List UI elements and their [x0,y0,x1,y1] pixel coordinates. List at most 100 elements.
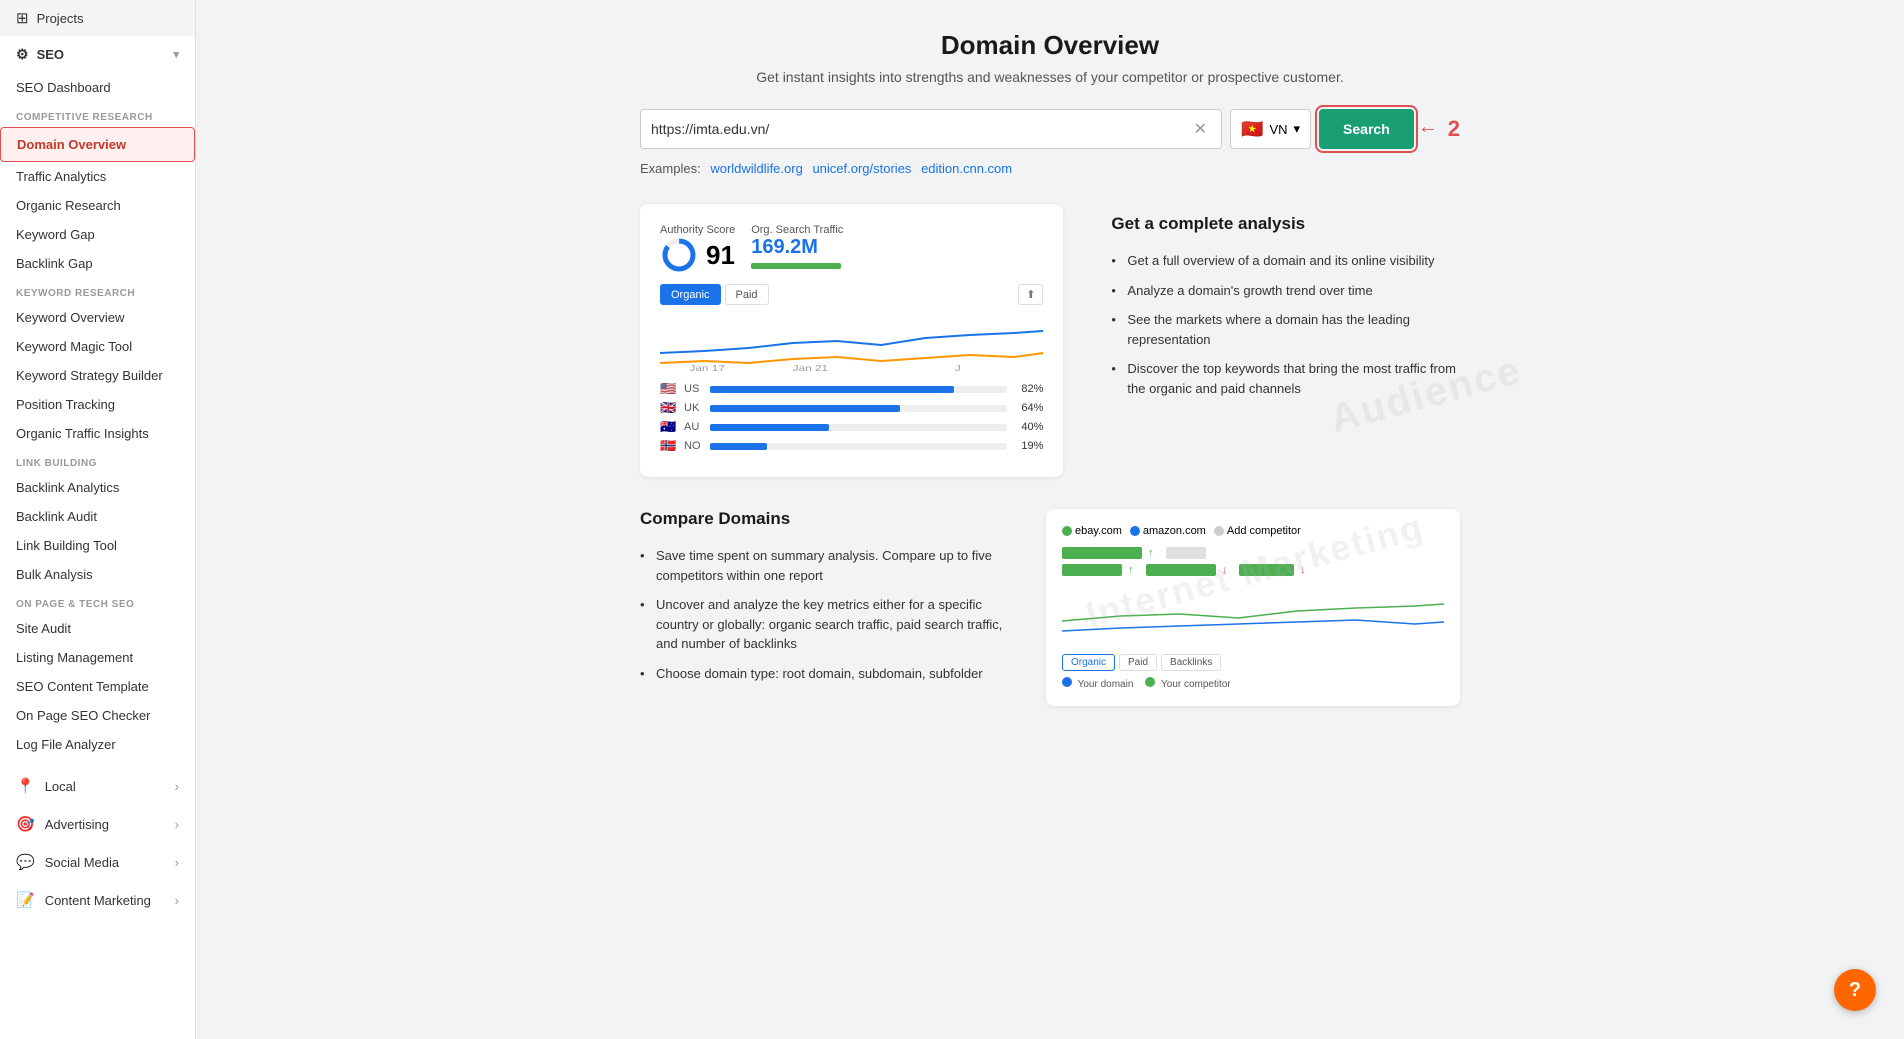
sidebar-item-on-page-seo-checker[interactable]: On Page SEO Checker [0,701,195,730]
sidebar-item-keyword-strategy-builder[interactable]: Keyword Strategy Builder [0,361,195,390]
sidebar-item-content-marketing[interactable]: 📝 Content Marketing › [0,881,195,919]
sidebar-item-seo[interactable]: ⚙ SEO ▾ [0,36,195,73]
help-button[interactable]: ? [1834,969,1876,1011]
tab-paid[interactable]: Paid [725,284,769,305]
analysis-preview-card: Authority Score 91 Org. Searc [640,204,1063,477]
country-select[interactable]: 🇻🇳 VN ▾ [1230,109,1311,149]
sidebar-item-backlink-gap[interactable]: Backlink Gap [0,249,195,278]
svg-text:J: J [955,365,961,373]
bulk-analysis-label: Bulk Analysis [16,567,93,582]
authority-score-label: Authority Score [660,224,735,236]
mini-line-chart: Jan 17 Jan 21 J [660,313,1043,373]
compare-bullet: Uncover and analyze the key metrics eith… [640,590,1022,659]
flag-icon: 🇻🇳 [1241,119,1263,140]
sidebar-item-keyword-overview[interactable]: Keyword Overview [0,303,195,332]
backlink-audit-label: Backlink Audit [16,509,97,524]
compare-bullets-list: Save time spent on summary analysis. Com… [640,541,1022,688]
svg-text:Jan 21: Jan 21 [793,365,829,373]
sidebar-item-position-tracking[interactable]: Position Tracking [0,390,195,419]
sidebar-item-seo-dashboard[interactable]: SEO Dashboard [0,73,195,102]
organic-traffic-insights-label: Organic Traffic Insights [16,426,149,441]
sidebar-item-backlink-analytics[interactable]: Backlink Analytics [0,473,195,502]
page-subtitle: Get instant insights into strengths and … [640,69,1460,85]
sidebar-item-bulk-analysis[interactable]: Bulk Analysis [0,560,195,589]
org-traffic-value: 169.2M [751,236,843,259]
projects-label: Projects [37,11,84,26]
sidebar-item-keyword-gap[interactable]: Keyword Gap [0,220,195,249]
site-audit-label: Site Audit [16,621,71,636]
analysis-title: Get a complete analysis [1111,214,1460,234]
sidebar-item-site-audit[interactable]: Site Audit [0,614,195,643]
example-link-1[interactable]: worldwildlife.org [710,161,802,176]
sidebar-item-log-file-analyzer[interactable]: Log File Analyzer [0,730,195,759]
arrow-annotation-2: ← [1418,116,1438,139]
bar-fill [710,386,954,393]
sidebar-item-social-media[interactable]: 💬 Social Media › [0,843,195,881]
compare-tab-backlinks[interactable]: Backlinks [1161,654,1221,671]
compare-title: Compare Domains [640,509,1022,529]
content-marketing-chevron-icon: › [175,893,179,908]
projects-icon: ⊞ [16,9,29,27]
complete-analysis-card: Get a complete analysis Get a full overv… [1087,204,1460,477]
country-flag-icon: 🇳🇴 [660,438,678,454]
sidebar-item-local[interactable]: 📍 Local › [0,767,195,805]
country-flag-icon: 🇬🇧 [660,400,678,416]
sidebar-item-keyword-magic-tool[interactable]: Keyword Magic Tool [0,332,195,361]
country-name: AU [684,421,704,433]
link-building-label: LINK BUILDING [0,448,195,473]
legend-label: Add competitor [1227,525,1301,537]
local-icon: 📍 [16,777,35,795]
sidebar-item-listing-management[interactable]: Listing Management [0,643,195,672]
main-content-wrap: Domain Overview Get instant insights int… [196,0,1904,1039]
compare-line-chart [1062,586,1444,646]
sidebar-item-domain-overview[interactable]: Domain Overview [0,127,195,162]
bar-fill [710,424,829,431]
search-bar-row: ✕ 🇻🇳 VN ▾ Search ← 2 [640,109,1460,149]
compare-tab-paid[interactable]: Paid [1119,654,1157,671]
search-input[interactable] [651,121,1190,137]
clear-button[interactable]: ✕ [1190,119,1211,139]
keyword-overview-label: Keyword Overview [16,310,124,325]
compare-legend-item: amazon.com [1130,525,1206,537]
search-button[interactable]: Search [1319,109,1414,149]
compare-chart-bars: ↑ ↑ ↓ ↓ [1062,547,1444,576]
sidebar-item-projects[interactable]: ⊞ Projects [0,0,195,36]
sidebar-item-advertising[interactable]: 🎯 Advertising › [0,805,195,843]
chevron-down-icon: ▾ [173,48,179,61]
keyword-gap-label: Keyword Gap [16,227,95,242]
sidebar-item-organic-traffic-insights[interactable]: Organic Traffic Insights [0,419,195,448]
keyword-strategy-builder-label: Keyword Strategy Builder [16,368,163,383]
sidebar-item-seo-content-template[interactable]: SEO Content Template [0,672,195,701]
example-link-3[interactable]: edition.cnn.com [921,161,1012,176]
examples-label: Examples: [640,161,701,176]
country-name: US [684,383,704,395]
search-input-wrap[interactable]: ✕ [640,109,1222,149]
sidebar-item-backlink-audit[interactable]: Backlink Audit [0,502,195,531]
keyword-magic-tool-label: Keyword Magic Tool [16,339,132,354]
backlink-gap-label: Backlink Gap [16,256,93,271]
bar-pct: 19% [1013,440,1043,452]
sidebar-item-organic-research[interactable]: Organic Research [0,191,195,220]
organic-research-label: Organic Research [16,198,121,213]
compare-tab-organic[interactable]: Organic [1062,654,1115,671]
social-media-label: Social Media [45,855,119,870]
arrow-up-1: ↑ [1148,547,1154,559]
arrow-down-2: ↓ [1300,564,1306,576]
org-traffic-box: Org. Search Traffic 169.2M [751,224,843,274]
log-file-analyzer-label: Log File Analyzer [16,737,116,752]
sidebar-item-link-building-tool[interactable]: Link Building Tool [0,531,195,560]
local-chevron-icon: › [175,779,179,794]
authority-score-box: Authority Score 91 [660,224,735,274]
your-domain-legend: Your domain [1062,677,1133,690]
legend-label: ebay.com [1075,525,1122,537]
advertising-chevron-icon: › [175,817,179,832]
example-link-2[interactable]: unicef.org/stories [812,161,911,176]
country-code-label: VN [1269,122,1287,137]
link-building-tool-label: Link Building Tool [16,538,117,553]
export-button[interactable]: ⬆ [1018,284,1043,305]
seo-icon: ⚙ [16,46,29,63]
tab-organic[interactable]: Organic [660,284,721,305]
compare-chart-tabs: Organic Paid Backlinks [1062,654,1444,671]
sidebar-item-traffic-analytics[interactable]: Traffic Analytics [0,162,195,191]
backlink-analytics-label: Backlink Analytics [16,480,119,495]
